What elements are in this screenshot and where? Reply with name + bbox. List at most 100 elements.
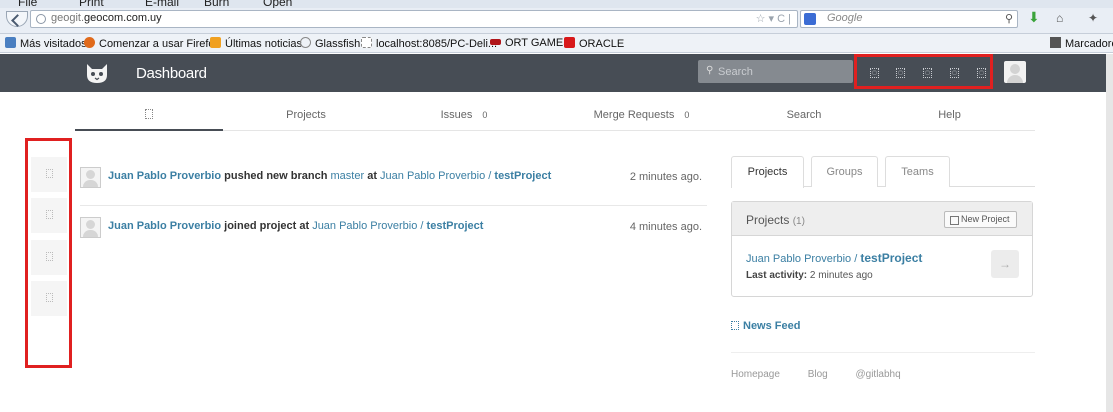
bookmarks-menu[interactable]: Marcadore (1050, 37, 1113, 50)
event-time: 4 minutes ago. (629, 221, 702, 233)
menu-email[interactable]: E-mail (145, 0, 179, 8)
profile-icon[interactable]: ▢ (923, 68, 932, 78)
news-feed-link[interactable]: News Feed (731, 320, 800, 332)
rss-icon (731, 321, 739, 330)
search-icon: ⚲ (706, 65, 714, 76)
sidebar-item[interactable] (31, 240, 67, 275)
filter-icon (46, 252, 53, 261)
user-avatar[interactable] (1004, 61, 1026, 83)
menu-file[interactable]: File (18, 0, 37, 8)
google-icon (804, 13, 816, 25)
back-button[interactable] (6, 11, 28, 27)
filter-icon (46, 169, 53, 178)
browser-menu-bar: File Print E-mail Burn Open (0, 0, 1113, 8)
footer-blog-link[interactable]: Blog (808, 369, 828, 380)
project-link[interactable]: Juan Pablo Proverbio / testProject (380, 170, 551, 182)
ort-icon (490, 39, 501, 45)
main-nav-tabs: Projects Issues 0 Merge Requests 0 Search … (75, 100, 1035, 131)
glassfish-icon (300, 37, 311, 48)
search-input[interactable] (718, 63, 848, 80)
firefox-icon (84, 37, 95, 48)
url-text: geogit.geocom.com.uy (51, 12, 162, 24)
event-row: Juan Pablo Proverbio pushed new branch m… (80, 158, 707, 206)
bookmark-most-visited[interactable]: Más visitados (5, 37, 87, 50)
home-icon[interactable]: ⌂ (1056, 11, 1063, 25)
event-row: Juan Pablo Proverbio joined project at J… (80, 208, 707, 256)
event-time: 2 minutes ago. (629, 171, 702, 183)
filter-icon (46, 210, 53, 219)
tab-projects[interactable]: Projects (223, 100, 389, 131)
project-item-link[interactable]: Juan Pablo Proverbio / testProject (746, 251, 922, 265)
avatar[interactable] (80, 217, 101, 238)
footer-links: Homepage Blog @gitlabhq (731, 369, 926, 380)
projects-panel-title: Projects (1) (746, 213, 805, 227)
event-author-link[interactable]: Juan Pablo Proverbio (108, 220, 221, 232)
bookmark-firefox[interactable]: Comenzar a usar Firefox (84, 37, 220, 50)
projects-panel: Projects (1) New Project Juan Pablo Prov… (731, 201, 1033, 297)
settings-icon[interactable]: ▢ (950, 68, 959, 78)
bookmark-localhost[interactable]: localhost:8085/PC-Deli... (361, 37, 497, 50)
event-text: Juan Pablo Proverbio joined project at J… (108, 220, 483, 232)
menu-burn[interactable]: Burn (204, 0, 229, 8)
bookmarks-icon (1050, 37, 1061, 48)
url-actions[interactable]: ☆ ▾ C | (756, 12, 791, 25)
tab-right-projects[interactable]: Projects (731, 156, 804, 188)
tab-search[interactable]: Search (744, 100, 864, 131)
merge-requests-count: 0 (684, 110, 690, 120)
filter-icon (46, 293, 53, 302)
logout-icon[interactable]: ▢ (977, 68, 986, 78)
tab-right-teams[interactable]: Teams (885, 156, 950, 187)
tab-home[interactable] (75, 100, 223, 131)
scrollbar[interactable] (1106, 54, 1113, 412)
bookmark-ort-games[interactable]: ORT GAMES (490, 37, 571, 49)
url-field[interactable]: geogit.geocom.com.uy ☆ ▾ C | (30, 10, 798, 28)
search-engine-placeholder: Google (827, 12, 863, 24)
search-engine-box[interactable]: Google ⚲ (800, 10, 1018, 28)
sidebar-item[interactable] (31, 157, 67, 192)
bookmark-news[interactable]: Últimas noticias (210, 37, 302, 50)
tab-help[interactable]: Help (864, 100, 1035, 131)
project-link[interactable]: Juan Pablo Proverbio / testProject (312, 220, 483, 232)
sidebar-item[interactable] (31, 198, 67, 233)
home-icon (145, 109, 153, 119)
projects-panel-header: Projects (1) New Project (732, 202, 1032, 236)
arrow-right-icon[interactable]: → (991, 250, 1019, 278)
event-action: pushed new branch (224, 170, 328, 182)
event-at: at (299, 220, 310, 232)
right-panel-tabs: Projects Groups Teams (731, 156, 1035, 188)
event-at: at (367, 170, 377, 182)
bookmarks-bar: Más visitados Comenzar a usar Firefox Úl… (0, 34, 1113, 53)
footer-twitter-link[interactable]: @gitlabhq (856, 369, 901, 380)
extension-icon[interactable]: ✦ (1088, 11, 1098, 25)
event-text: Juan Pablo Proverbio pushed new branch m… (108, 170, 551, 182)
new-project-button[interactable]: New Project (944, 211, 1017, 228)
rss-icon (210, 37, 221, 48)
page-title: Dashboard (136, 65, 207, 82)
admin-icon[interactable]: ▢ (870, 68, 879, 78)
globe-icon (36, 14, 46, 24)
menu-open[interactable]: Open (263, 0, 292, 8)
menu-print[interactable]: Print (79, 0, 104, 8)
bookmark-oracle[interactable]: ORACLE (564, 37, 624, 50)
event-action: joined project (224, 220, 297, 232)
issues-count: 0 (482, 110, 488, 120)
page-icon (361, 37, 372, 48)
sidebar-highlight (25, 138, 72, 368)
bookmark-glassfish[interactable]: Glassfish (300, 37, 360, 50)
event-author-link[interactable]: Juan Pablo Proverbio (108, 170, 221, 182)
gitlab-logo-icon[interactable] (84, 60, 110, 86)
tab-issues[interactable]: Issues 0 (389, 100, 539, 131)
sidebar-item[interactable] (31, 281, 67, 316)
tab-right-groups[interactable]: Groups (811, 156, 878, 187)
avatar[interactable] (80, 167, 101, 188)
header-search[interactable]: ⚲ (698, 60, 853, 83)
branch-link[interactable]: master (331, 170, 365, 182)
tab-merge-requests[interactable]: Merge Requests 0 (539, 100, 744, 131)
footer-homepage-link[interactable]: Homepage (731, 369, 780, 380)
new-project-icon[interactable]: ▢ (896, 68, 905, 78)
download-icon[interactable]: ⬇ (1028, 10, 1042, 24)
browser-address-bar: geogit.geocom.com.uy ☆ ▾ C | Google ⚲ ⬇ … (0, 8, 1113, 34)
last-activity: Last activity: 2 minutes ago (746, 270, 873, 281)
magnifier-icon[interactable]: ⚲ (1005, 12, 1013, 25)
header-icons-highlight: ▢ ▢ ▢ ▢ ▢ (854, 54, 993, 89)
